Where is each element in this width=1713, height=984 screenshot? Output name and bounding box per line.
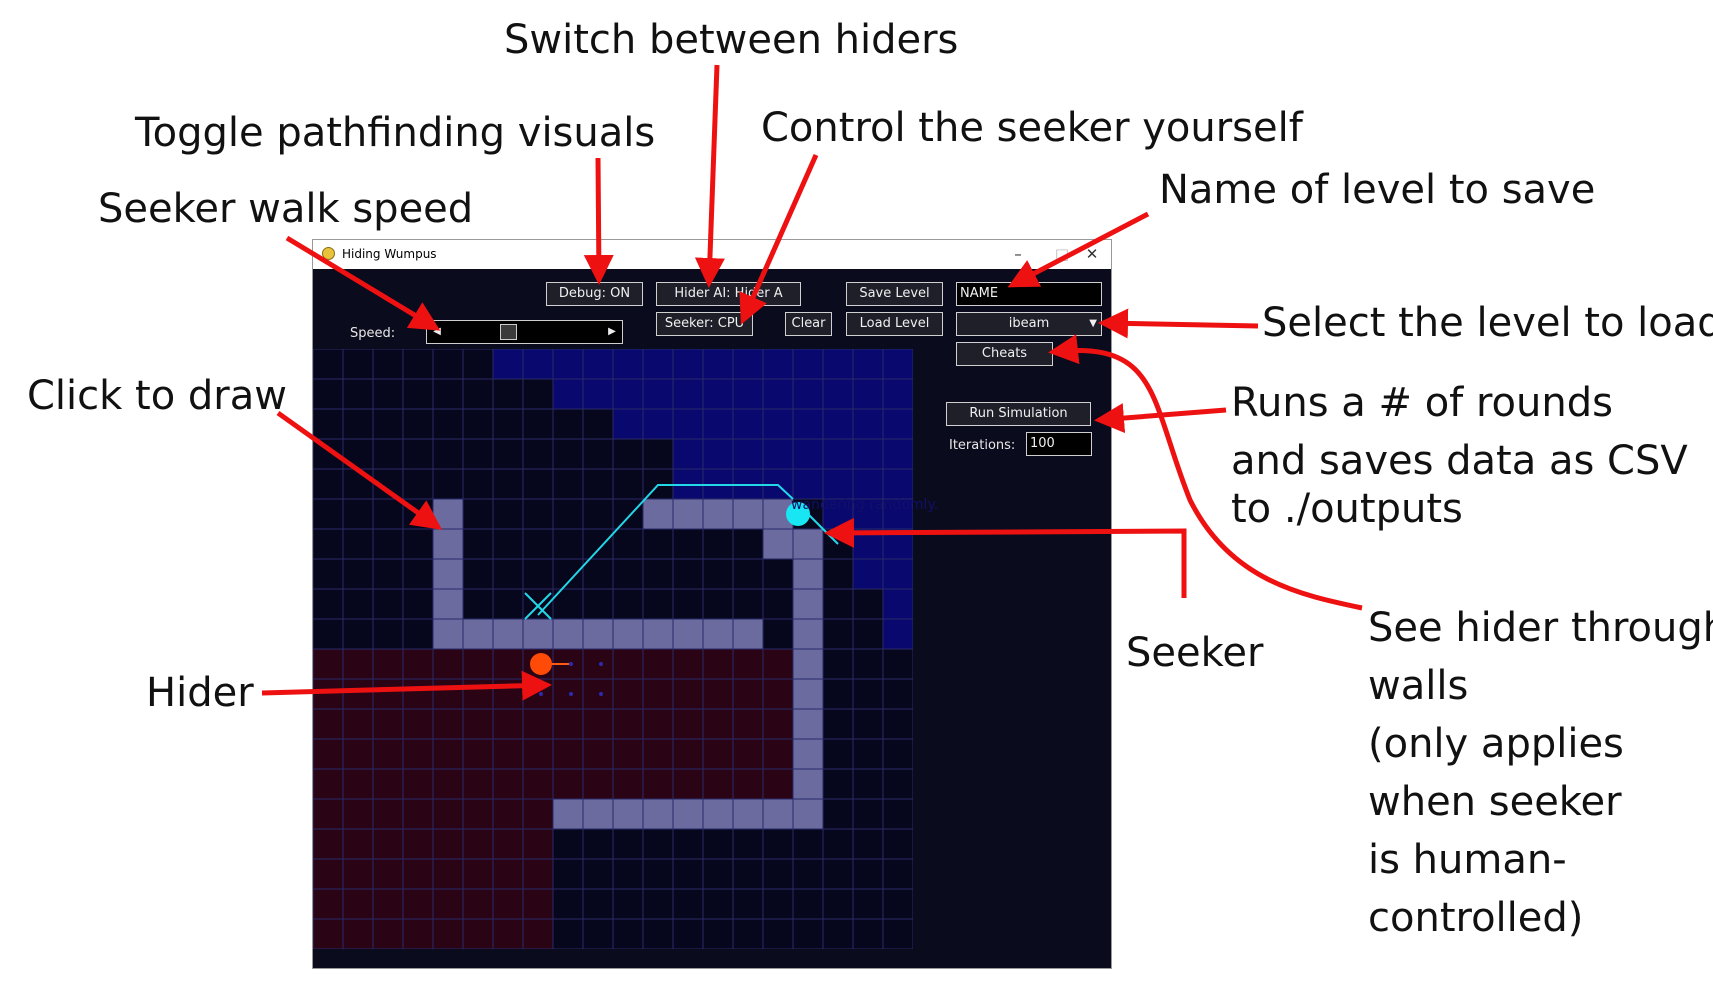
annotation-arrow: [1094, 403, 1227, 433]
wall-cell: [433, 499, 463, 529]
wall-cell: [793, 709, 823, 739]
wall-cell: [433, 559, 463, 589]
wall-cell: [523, 619, 553, 649]
wall-cell: [703, 619, 733, 649]
annotation-runs-rounds: Runs a # of rounds and saves data as CSV…: [1231, 380, 1688, 532]
wall-cell: [643, 499, 673, 529]
slider-right-arrow-icon[interactable]: ▶: [602, 321, 622, 343]
annotation-arrow: [1098, 308, 1259, 339]
wall-cell: [673, 799, 703, 829]
wall-cell: [433, 589, 463, 619]
clear-button[interactable]: Clear: [785, 312, 832, 336]
run-simulation-button[interactable]: Run Simulation: [946, 402, 1091, 426]
annotation-hider: Hider: [146, 670, 254, 716]
wall-cell: [583, 619, 613, 649]
debug-toggle-button[interactable]: Debug: ON: [546, 282, 643, 306]
wall-cell: [613, 619, 643, 649]
wall-cell: [613, 799, 643, 829]
wall-cell: [643, 799, 673, 829]
seeker-status-text: wandering randomly.: [791, 497, 939, 513]
hider-trail-dot: [569, 662, 573, 666]
chevron-down-icon: ▼: [1089, 318, 1097, 329]
slider-left-arrow-icon[interactable]: ◀: [427, 321, 447, 343]
seen-region: [883, 619, 913, 649]
wall-cell: [673, 619, 703, 649]
wall-cell: [703, 499, 733, 529]
pygame-snake-icon: [322, 247, 335, 260]
hider-trail-dot: [539, 692, 543, 696]
wall-cell: [793, 619, 823, 649]
wall-cell: [733, 499, 763, 529]
seeker-mode-button[interactable]: Seeker: CPU: [656, 312, 753, 336]
wall-cell: [433, 529, 463, 559]
wall-cell: [463, 619, 493, 649]
speed-slider[interactable]: ◀ ▶: [426, 320, 623, 344]
wall-cell: [793, 679, 823, 709]
wall-cell: [793, 529, 823, 559]
annotation-seeker: Seeker: [1126, 630, 1264, 676]
hider-trail-dot: [599, 662, 603, 666]
wall-cell: [493, 619, 523, 649]
hider-trail-dot: [569, 692, 573, 696]
annotation-click-draw: Click to draw: [27, 373, 287, 419]
wall-cell: [793, 799, 823, 829]
hider-trail-dot: [599, 692, 603, 696]
app-window: Hiding Wumpus – □ ✕ Debug: ON Hider AI: …: [312, 239, 1112, 969]
wall-cell: [763, 799, 793, 829]
iterations-input[interactable]: 100: [1026, 432, 1092, 456]
wall-cell: [763, 529, 793, 559]
wall-cell: [733, 799, 763, 829]
annotation-name-level: Name of level to save: [1159, 167, 1596, 213]
hider-dot: [530, 653, 552, 675]
wall-cell: [433, 619, 463, 649]
wall-cell: [643, 619, 673, 649]
minimize-button[interactable]: –: [1000, 243, 1036, 265]
annotation-walk-speed: Seeker walk speed: [98, 186, 474, 232]
close-button[interactable]: ✕: [1074, 243, 1110, 265]
wall-cell: [793, 589, 823, 619]
wall-cell: [733, 619, 763, 649]
annotation-switch-hiders: Switch between hiders: [504, 17, 959, 63]
cheats-button[interactable]: Cheats: [956, 342, 1053, 366]
seen-region: [883, 589, 913, 619]
annotation-select-level: Select the level to load: [1262, 300, 1713, 346]
wall-cell: [553, 799, 583, 829]
wall-cell: [673, 499, 703, 529]
window-title: Hiding Wumpus: [342, 247, 437, 261]
slider-thumb[interactable]: [500, 324, 517, 340]
iterations-label: Iterations:: [949, 438, 1016, 453]
wall-cell: [703, 799, 733, 829]
speed-label: Speed:: [350, 326, 396, 341]
level-select-dropdown[interactable]: ibeam ▼: [956, 312, 1102, 336]
annotation-toggle-visuals: Toggle pathfinding visuals: [135, 110, 656, 156]
title-bar: Hiding Wumpus – □ ✕: [313, 240, 1111, 269]
wall-cell: [583, 799, 613, 829]
level-select-value: ibeam: [1008, 316, 1050, 331]
wall-cell: [793, 739, 823, 769]
level-name-input[interactable]: NAME: [956, 282, 1102, 306]
wall-cell: [553, 619, 583, 649]
wall-cell: [793, 649, 823, 679]
wall-cell: [793, 559, 823, 589]
save-level-button[interactable]: Save Level: [846, 282, 943, 306]
wall-cell: [793, 769, 823, 799]
annotation-see-hider: See hider through walls (only applies wh…: [1368, 605, 1713, 941]
hider-ai-button[interactable]: Hider AI: Hider A: [656, 282, 801, 306]
annotation-control-seeker: Control the seeker yourself: [761, 105, 1303, 151]
load-level-button[interactable]: Load Level: [846, 312, 943, 336]
game-grid[interactable]: [313, 349, 913, 949]
